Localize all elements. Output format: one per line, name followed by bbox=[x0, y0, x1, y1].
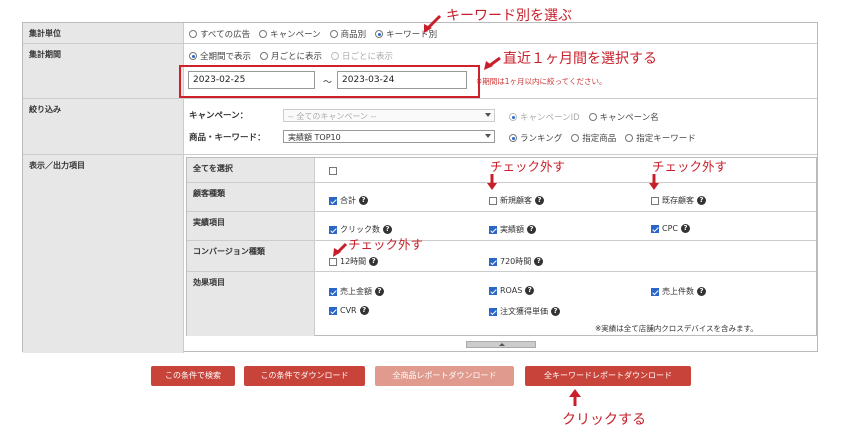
arrow-head-icon bbox=[649, 183, 659, 190]
annotation-uncheck-existing: チェック外す bbox=[652, 159, 728, 174]
annotation-uncheck-new: チェック外す bbox=[490, 159, 566, 174]
annotation-uncheck-12h: チェック外す bbox=[348, 237, 424, 252]
annotation-select-month: 直近１ヶ月間を選択する bbox=[503, 51, 657, 67]
annotation-select-keyword: キーワード別を選ぶ bbox=[446, 8, 572, 24]
arrow-icon bbox=[426, 14, 442, 30]
arrow-head-icon bbox=[569, 389, 581, 397]
annotation-click: クリックする bbox=[562, 412, 646, 428]
annotation-arrows bbox=[333, 14, 659, 406]
arrow-head-icon bbox=[487, 183, 497, 190]
